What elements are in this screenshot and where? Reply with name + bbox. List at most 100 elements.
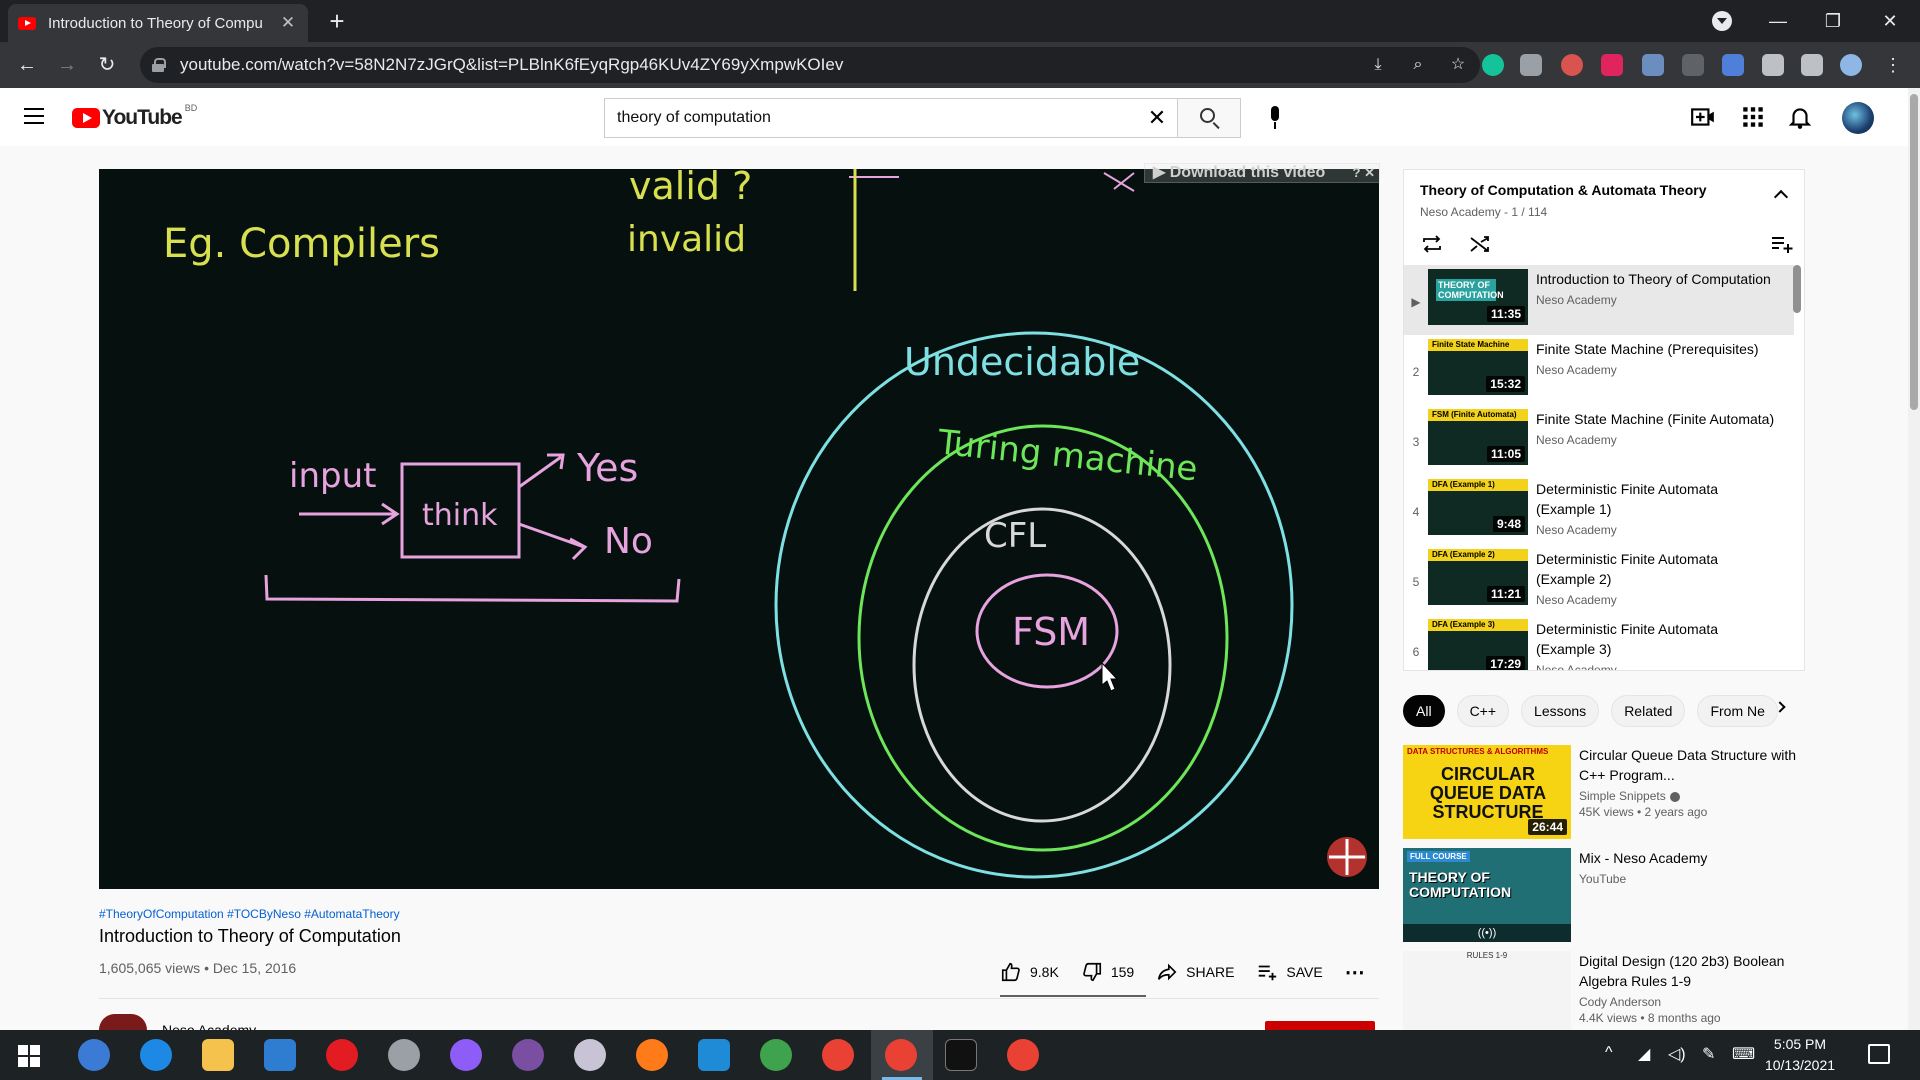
- chip-lessons[interactable]: Lessons: [1521, 695, 1600, 727]
- edge-icon[interactable]: [140, 1039, 172, 1071]
- playlist-item[interactable]: 4 DFA (Example 1) 9:48 Deterministic Fin…: [1404, 475, 1794, 545]
- download-extension-icon[interactable]: [1642, 54, 1664, 76]
- playlist-item[interactable]: 6 DFA (Example 3) 17:29 Deterministic Fi…: [1404, 615, 1794, 671]
- playlist-scrollbar[interactable]: [1793, 265, 1801, 313]
- tray-chevron-icon[interactable]: ^: [1605, 1044, 1613, 1062]
- browser-menu-icon[interactable]: ⋮: [1884, 54, 1902, 76]
- restore-icon[interactable]: ❐: [1813, 6, 1853, 36]
- chip-cpp[interactable]: C++: [1456, 695, 1510, 727]
- tab-search-icon[interactable]: [1712, 11, 1732, 31]
- profile-avatar-icon[interactable]: [1840, 54, 1862, 76]
- clock-date: 10/13/2021: [1764, 1057, 1836, 1073]
- thumbs-down-icon: [1083, 962, 1101, 982]
- playlist-item[interactable]: ▶ THEORY OF COMPUTATION 11:35 Introducti…: [1404, 265, 1794, 335]
- collapse-playlist-icon[interactable]: [1773, 189, 1789, 205]
- pen-extension-icon[interactable]: [1722, 54, 1744, 76]
- volume-icon[interactable]: ◁): [1668, 1044, 1686, 1064]
- back-icon[interactable]: ←: [12, 50, 42, 80]
- minimize-icon[interactable]: —: [1758, 6, 1798, 36]
- video-player[interactable]: valid ? invalid Eg. Compilers input thin…: [99, 169, 1379, 889]
- menu-icon[interactable]: [24, 108, 44, 124]
- overlay-close-icon[interactable]: ? ✕: [1353, 164, 1375, 182]
- satellite-app-icon[interactable]: [388, 1039, 420, 1071]
- download-video-overlay[interactable]: ▶ Download this video ? ✕: [1144, 163, 1380, 183]
- loop-playlist-icon[interactable]: [1420, 234, 1444, 254]
- account-avatar[interactable]: [1842, 102, 1874, 134]
- forward-icon[interactable]: →: [52, 50, 82, 80]
- related-mix[interactable]: FULL COURSE THEORY OF COMPUTATION ((•)) …: [1403, 848, 1813, 944]
- camera-extension-icon[interactable]: [1520, 54, 1542, 76]
- board-invalid-text: invalid: [627, 219, 746, 260]
- address-bar[interactable]: youtube.com/watch?v=58N2N7zJGrQ&list=PLB…: [140, 47, 1480, 83]
- apps-grid-icon[interactable]: [1740, 104, 1766, 130]
- thumbnail-headline: CIRCULAR QUEUE DATA STRUCTURE: [1429, 764, 1547, 822]
- subscribe-button[interactable]: [1265, 1021, 1375, 1030]
- browser-tab[interactable]: Introduction to Theory of Compu ✕: [8, 4, 308, 42]
- channel-avatar[interactable]: [99, 1014, 147, 1030]
- playlist-item-channel: Neso Academy: [1536, 663, 1617, 671]
- messenger-icon[interactable]: [450, 1039, 482, 1071]
- zoom-icon[interactable]: ⌕: [1406, 53, 1430, 77]
- search-button[interactable]: [1177, 98, 1241, 138]
- terminal-icon[interactable]: [945, 1039, 977, 1071]
- youtube-logo[interactable]: YouTube BD: [72, 103, 197, 130]
- playlist-item[interactable]: 3 FSM (Finite Automata) 11:05 Finite Sta…: [1404, 405, 1794, 475]
- share-button[interactable]: SHARE: [1156, 961, 1234, 983]
- map-app-icon[interactable]: [760, 1039, 792, 1071]
- more-actions-icon[interactable]: ⋯: [1345, 960, 1365, 985]
- github-icon[interactable]: [512, 1039, 544, 1071]
- url-text: youtube.com/watch?v=58N2N7zJGrQ&list=PLB…: [180, 55, 844, 74]
- opera-icon[interactable]: [326, 1039, 358, 1071]
- chip-from-neso[interactable]: From Ne: [1697, 695, 1778, 727]
- reading-list-icon[interactable]: [1801, 54, 1823, 76]
- create-video-icon[interactable]: [1690, 104, 1716, 130]
- close-window-icon[interactable]: ✕: [1870, 6, 1910, 36]
- windows-start-icon[interactable]: [18, 1045, 40, 1067]
- qbittorrent-icon[interactable]: [78, 1039, 110, 1071]
- dislike-button[interactable]: 159: [1081, 961, 1134, 983]
- playlist-item[interactable]: 2 Finite State Machine (Prerequisites) 1…: [1404, 335, 1794, 405]
- save-button[interactable]: SAVE: [1256, 961, 1323, 983]
- pen-tray-icon[interactable]: ✎: [1702, 1044, 1715, 1064]
- network-icon[interactable]: ◢: [1638, 1044, 1650, 1064]
- chip-all[interactable]: All: [1403, 695, 1445, 727]
- channel-name[interactable]: Neso Academy: [162, 1022, 256, 1030]
- file-explorer-icon[interactable]: [202, 1039, 234, 1071]
- action-center-icon[interactable]: [1868, 1044, 1890, 1064]
- playlist-item[interactable]: 5 DFA (Example 2) 11:21 Deterministic Fi…: [1404, 545, 1794, 615]
- thumbnail-caption: DFA (Example 2): [1428, 549, 1528, 561]
- chip-related[interactable]: Related: [1611, 695, 1686, 727]
- firefox-icon[interactable]: [636, 1039, 668, 1071]
- chrome-profile-icon[interactable]: [1007, 1039, 1039, 1071]
- clear-search-icon[interactable]: ✕: [1137, 105, 1177, 131]
- playlist-header: Theory of Computation & Automata Theory …: [1404, 170, 1804, 265]
- like-button[interactable]: 9.8K: [1000, 961, 1059, 983]
- page-scrollbar[interactable]: [1908, 88, 1920, 1030]
- board-fsm-text: FSM: [1012, 610, 1090, 654]
- playlist-title[interactable]: Theory of Computation & Automata Theory: [1420, 182, 1706, 198]
- new-tab-button[interactable]: +: [322, 6, 352, 36]
- chrome-icon[interactable]: [822, 1039, 854, 1071]
- notifications-bell-icon[interactable]: [1787, 104, 1813, 130]
- screen-extension-icon[interactable]: [1682, 54, 1704, 76]
- search-input[interactable]: theory of computation ✕: [604, 98, 1177, 138]
- clock-time: 5:05 PM: [1773, 1036, 1827, 1052]
- paint-icon[interactable]: [574, 1039, 606, 1071]
- shuffle-playlist-icon[interactable]: [1468, 234, 1492, 254]
- system-clock[interactable]: 5:05 PM 10/13/2021: [1750, 1034, 1850, 1076]
- reload-icon[interactable]: ↻: [92, 50, 122, 80]
- install-icon[interactable]: ⤓: [1366, 53, 1390, 77]
- voice-search-icon[interactable]: [1257, 100, 1293, 136]
- mail-icon[interactable]: [264, 1039, 296, 1071]
- video-hashtags[interactable]: #TheoryOfComputation #TOCByNeso #Automat…: [99, 907, 400, 921]
- chrome-active-icon[interactable]: [885, 1039, 917, 1071]
- tab-close-icon[interactable]: ✕: [278, 13, 298, 33]
- related-video[interactable]: DATA STRUCTURES & ALGORITHMS CIRCULAR QU…: [1403, 745, 1813, 841]
- pointer-extension-icon[interactable]: [1601, 54, 1623, 76]
- grammarly-extension-icon[interactable]: [1482, 54, 1504, 76]
- vscode-icon[interactable]: [698, 1039, 730, 1071]
- extension-icon[interactable]: [1561, 54, 1583, 76]
- puzzle-extensions-icon[interactable]: [1762, 54, 1784, 76]
- bookmark-star-icon[interactable]: ☆: [1446, 53, 1470, 77]
- save-playlist-icon[interactable]: [1770, 234, 1794, 254]
